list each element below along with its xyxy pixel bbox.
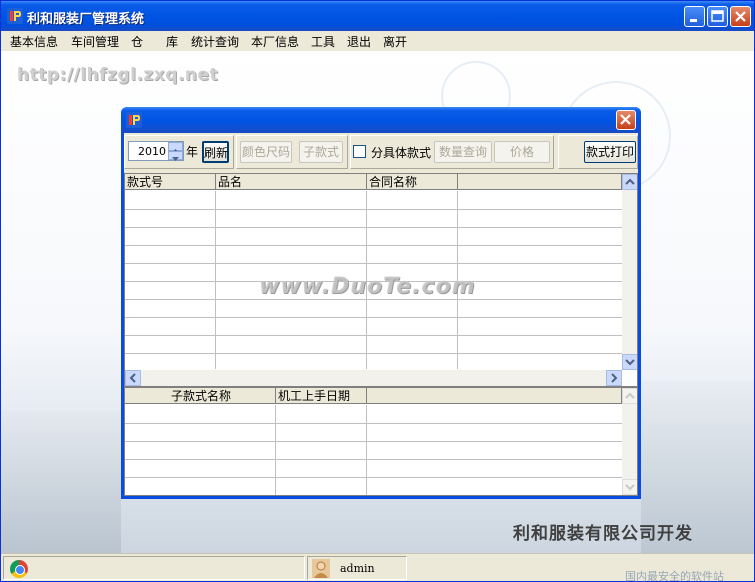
- vertical-scrollbar[interactable]: [622, 388, 637, 495]
- browser-icon: [10, 560, 28, 578]
- scroll-right-button[interactable]: [606, 370, 622, 386]
- style-dialog: 2010 年 刷新 颜色尺码 子款式 分具体款式 数量查询 价格 款式打印 款式…: [121, 107, 641, 499]
- arrow-down-icon: [625, 359, 635, 366]
- close-button[interactable]: [730, 6, 751, 27]
- scroll-up-button[interactable]: [622, 388, 637, 404]
- company-credit-text: 利和服装有限公司开发: [513, 524, 693, 544]
- spin-up-button[interactable]: [168, 142, 183, 153]
- close-icon: [735, 11, 746, 22]
- main-window: 利和服装厂管理系统 基本信息 车间管理 仓 库 统计查询 本厂信息 工具 退出 …: [0, 0, 755, 582]
- scroll-down-button[interactable]: [622, 354, 637, 370]
- grid-line: [125, 441, 622, 442]
- arrow-left-icon: [129, 373, 136, 383]
- col-header-contract-name[interactable]: 合同名称: [367, 174, 458, 190]
- grid-line: [125, 209, 622, 210]
- title-bar[interactable]: 利和服装厂管理系统: [1, 1, 754, 31]
- menu-warehouse-1[interactable]: 仓: [131, 33, 143, 50]
- price-button[interactable]: 价格: [494, 141, 550, 163]
- scroll-left-button[interactable]: [125, 370, 141, 386]
- arrow-down-icon: [172, 157, 179, 161]
- grid-line: [215, 191, 216, 369]
- col-header-product-name[interactable]: 品名: [216, 174, 367, 190]
- menu-bar: 基本信息 车间管理 仓 库 统计查询 本厂信息 工具 退出 离开: [1, 31, 754, 51]
- year-value[interactable]: 2010: [138, 145, 166, 158]
- arrow-right-icon: [611, 373, 618, 383]
- col-header-empty[interactable]: [458, 174, 622, 190]
- dialog-toolbar: 2010 年 刷新 颜色尺码 子款式 分具体款式 数量查询 价格 款式打印: [124, 133, 638, 173]
- sub-style-button[interactable]: 子款式: [299, 141, 343, 163]
- app-logo-icon: [7, 8, 23, 24]
- grid-line: [125, 263, 622, 264]
- app-logo-icon: [126, 112, 142, 128]
- grid-line: [125, 299, 622, 300]
- scroll-down-button[interactable]: [622, 479, 637, 495]
- arrow-down-icon: [625, 484, 635, 491]
- refresh-button[interactable]: 刷新: [202, 141, 229, 163]
- menu-statistics[interactable]: 统计查询: [191, 33, 239, 50]
- dialog-close-button[interactable]: [616, 110, 636, 130]
- status-panel: [3, 556, 305, 580]
- grid-line: [125, 227, 622, 228]
- minimize-icon: [690, 19, 697, 22]
- col-header-sub-style-name[interactable]: 子款式名称: [125, 388, 276, 404]
- col-header-style-no[interactable]: 款式号: [125, 174, 216, 190]
- maximize-button[interactable]: [707, 6, 728, 27]
- spin-down-button[interactable]: [168, 151, 183, 161]
- grid-header: 子款式名称 机工上手日期: [125, 388, 622, 404]
- grid-line: [125, 477, 622, 478]
- year-spinner[interactable]: 2010: [128, 141, 184, 161]
- grid-line: [366, 405, 367, 495]
- color-size-button[interactable]: 颜色尺码: [240, 141, 292, 163]
- menu-workshop[interactable]: 车间管理: [71, 33, 119, 50]
- minimize-button[interactable]: [684, 6, 705, 27]
- site-watermark: 国内最安全的软件站: [625, 570, 724, 582]
- website-url-text: http://lhfzgl.zxq.net: [17, 65, 219, 85]
- arrow-up-icon: [625, 178, 635, 185]
- split-style-checkbox[interactable]: [353, 145, 366, 158]
- print-style-button[interactable]: 款式打印: [584, 141, 636, 163]
- col-header-machine-start-date[interactable]: 机工上手日期: [276, 388, 367, 404]
- menu-tools[interactable]: 工具: [311, 33, 335, 50]
- grid-line: [125, 245, 622, 246]
- year-label: 年: [186, 145, 199, 159]
- menu-factory-info[interactable]: 本厂信息: [251, 33, 299, 50]
- dialog-title-bar[interactable]: [121, 107, 641, 133]
- background-buildings: [1, 411, 121, 553]
- user-avatar-icon: [312, 559, 330, 578]
- status-panel-user: admin: [307, 556, 407, 580]
- grid-header: 款式号 品名 合同名称: [125, 174, 622, 190]
- grid-line: [275, 405, 276, 495]
- grid-line: [125, 335, 622, 336]
- spinner-buttons: [168, 142, 183, 161]
- quantity-query-button[interactable]: 数量查询: [434, 141, 492, 163]
- menu-leave[interactable]: 离开: [383, 33, 407, 50]
- sub-style-grid[interactable]: 子款式名称 机工上手日期: [124, 387, 638, 496]
- window-title: 利和服装厂管理系统: [27, 12, 145, 27]
- maximize-icon: [711, 10, 724, 22]
- close-icon: [620, 114, 631, 125]
- arrow-up-icon: [625, 392, 635, 399]
- grid-line: [125, 353, 622, 354]
- horizontal-scrollbar[interactable]: [125, 370, 622, 386]
- col-header-empty[interactable]: [367, 388, 622, 404]
- current-user: admin: [340, 562, 375, 575]
- duote-watermark: www.DuoTe.com: [259, 274, 476, 299]
- grid-line: [125, 423, 622, 424]
- grid-line: [125, 317, 622, 318]
- split-style-label[interactable]: 分具体款式: [371, 144, 431, 161]
- vertical-scrollbar[interactable]: [622, 174, 637, 370]
- menu-exit[interactable]: 退出: [347, 33, 371, 50]
- dialog-body: 2010 年 刷新 颜色尺码 子款式 分具体款式 数量查询 价格 款式打印 款式…: [124, 133, 638, 496]
- menu-basic-info[interactable]: 基本信息: [10, 33, 58, 50]
- scroll-up-button[interactable]: [622, 174, 637, 190]
- grid-line: [125, 459, 622, 460]
- menu-warehouse-2[interactable]: 库: [166, 33, 178, 50]
- style-grid[interactable]: 款式号 品名 合同名称 www.DuoTe.com: [124, 173, 638, 387]
